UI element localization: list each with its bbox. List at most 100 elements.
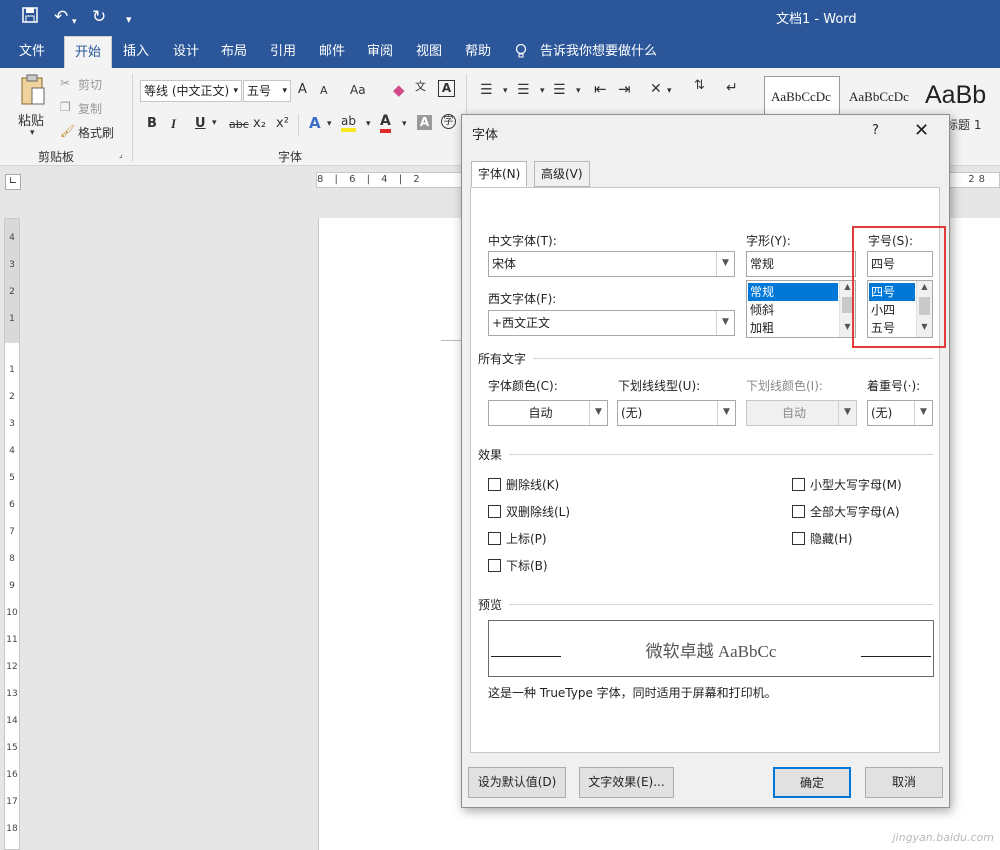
font-size-combo[interactable]: 五号 ▾ <box>243 80 291 102</box>
paste-button[interactable]: 粘贴 <box>18 110 44 129</box>
checkbox-box[interactable] <box>488 532 501 545</box>
tab-insert[interactable]: 插入 <box>114 36 158 68</box>
chevron-down-icon[interactable]: ▼ <box>589 401 607 425</box>
font-color-icon[interactable]: A <box>380 113 391 133</box>
underline-style-select[interactable]: (无) ▼ <box>617 400 736 426</box>
font-color-dropdown-icon[interactable]: ▾ <box>402 119 407 129</box>
tab-advanced[interactable]: 高级(V) <box>534 161 590 187</box>
font-style-input[interactable]: 常规 <box>746 251 856 277</box>
copy-icon[interactable]: ❐ <box>60 100 71 114</box>
tab-font[interactable]: 字体(N) <box>471 161 528 187</box>
tab-home[interactable]: 开始 <box>64 36 112 68</box>
character-shading-icon[interactable]: A <box>417 115 432 130</box>
vertical-ruler[interactable]: 4 3 2 1 1 2 3 4 5 6 7 8 9 10 11 12 13 14… <box>4 218 20 850</box>
clipboard-launcher-icon[interactable]: ⌟ <box>119 150 123 159</box>
undo-icon[interactable]: ↶ <box>54 7 68 27</box>
bold-button[interactable]: B <box>147 116 157 131</box>
subscript-button[interactable]: x₂ <box>253 116 266 131</box>
double-strikethrough-checkbox[interactable]: 双删除线(L) <box>488 503 570 520</box>
superscript-button[interactable]: x² <box>276 116 289 131</box>
checkbox-box[interactable] <box>488 478 501 491</box>
scissors-icon[interactable]: ✂ <box>60 76 70 90</box>
checkbox-box[interactable] <box>488 505 501 518</box>
shrink-font-icon[interactable]: A <box>320 84 328 97</box>
small-caps-checkbox[interactable]: 小型大写字母(M) <box>792 476 902 493</box>
change-case-button[interactable]: Aa <box>350 83 366 97</box>
bullets-dropdown-icon[interactable]: ▾ <box>503 86 508 96</box>
cut-button[interactable]: 剪切 <box>78 76 102 93</box>
close-icon[interactable]: ✕ <box>914 120 929 141</box>
checkbox-box[interactable] <box>488 559 501 572</box>
subscript-checkbox[interactable]: 下标(B) <box>488 557 548 574</box>
character-border-icon[interactable]: A <box>438 80 455 97</box>
cancel-button[interactable]: 取消 <box>865 767 943 798</box>
multilevel-list-icon[interactable]: ☰ <box>553 82 566 98</box>
tab-selector-icon[interactable]: ∟ <box>5 174 21 190</box>
phonetic-guide-icon[interactable]: 文 <box>415 78 426 94</box>
tab-layout[interactable]: 布局 <box>212 36 256 68</box>
hidden-checkbox[interactable]: 隐藏(H) <box>792 530 852 547</box>
bullets-icon[interactable]: ☰ <box>480 82 493 98</box>
strikethrough-checkbox[interactable]: 删除线(K) <box>488 476 559 493</box>
italic-button[interactable]: I <box>171 116 176 132</box>
chevron-down-icon[interactable]: ▼ <box>914 401 932 425</box>
superscript-checkbox[interactable]: 上标(P) <box>488 530 547 547</box>
undo-dropdown-icon[interactable]: ▾ <box>72 12 77 32</box>
text-effects-icon[interactable]: A <box>309 114 321 132</box>
underline-color-select[interactable]: 自动 ▼ <box>746 400 857 426</box>
set-default-button[interactable]: 设为默认值(D) <box>468 767 566 798</box>
save-icon[interactable] <box>22 7 38 28</box>
emphasis-select[interactable]: (无) ▼ <box>867 400 933 426</box>
sort-icon[interactable]: ⇅ <box>694 78 705 93</box>
multilevel-dropdown-icon[interactable]: ▾ <box>576 86 581 96</box>
western-font-select[interactable]: +西文正文 ▼ <box>488 310 735 336</box>
chevron-down-icon[interactable]: ▼ <box>717 401 735 425</box>
chevron-down-icon[interactable]: ▼ <box>716 252 734 276</box>
checkbox-box[interactable] <box>792 505 805 518</box>
enclose-characters-icon[interactable]: 字 <box>441 114 456 129</box>
tab-view[interactable]: 视图 <box>407 36 451 68</box>
lightbulb-icon[interactable] <box>512 36 530 68</box>
list-item[interactable]: 常规 <box>748 283 838 301</box>
tab-help[interactable]: 帮助 <box>456 36 500 68</box>
show-marks-icon[interactable]: ↵ <box>726 80 738 96</box>
copy-button[interactable]: 复制 <box>78 100 102 117</box>
decrease-indent-icon[interactable]: ⇤ <box>594 80 607 98</box>
tab-mailings[interactable]: 邮件 <box>310 36 354 68</box>
checkbox-box[interactable] <box>792 478 805 491</box>
highlight-icon[interactable]: ab <box>341 114 356 132</box>
repeat-icon[interactable]: ↻ <box>92 7 106 27</box>
chinese-font-select[interactable]: 宋体 ▼ <box>488 251 735 277</box>
chinese-layout-icon[interactable]: ✕ <box>650 81 662 97</box>
chinese-layout-dropdown-icon[interactable]: ▾ <box>667 86 672 96</box>
format-painter-icon[interactable]: 🖌 <box>60 124 75 138</box>
chevron-down-icon[interactable]: ▼ <box>838 401 856 425</box>
clipboard-icon[interactable] <box>20 74 46 109</box>
text-effects-button[interactable]: 文字效果(E)... <box>579 767 674 798</box>
text-effects-dropdown-icon[interactable]: ▾ <box>327 119 332 129</box>
highlight-dropdown-icon[interactable]: ▾ <box>366 119 371 129</box>
strikethrough-button[interactable]: abc <box>229 118 249 131</box>
paste-dropdown-icon[interactable]: ▾ <box>30 128 35 138</box>
font-style-list[interactable]: 常规 倾斜 加粗 ▲ ▼ <box>746 280 856 338</box>
list-item[interactable]: 加粗 <box>748 319 838 337</box>
tell-me-search[interactable]: 告诉我你想要做什么 <box>540 36 658 68</box>
ok-button[interactable]: 确定 <box>773 767 851 798</box>
format-painter-button[interactable]: 格式刷 <box>78 124 114 141</box>
tab-file[interactable]: 文件 <box>8 36 56 68</box>
help-button[interactable]: ? <box>872 123 879 138</box>
font-name-combo[interactable]: 等线 (中文正文) ▾ <box>140 80 242 102</box>
chevron-down-icon[interactable]: ▼ <box>716 311 734 335</box>
clear-formatting-icon[interactable]: ◆ <box>393 81 405 99</box>
customize-qat-icon[interactable]: ▾ <box>126 10 132 30</box>
numbering-icon[interactable]: ☰ <box>517 82 530 98</box>
list-item[interactable]: 倾斜 <box>748 301 838 319</box>
grow-font-icon[interactable]: A <box>298 82 307 97</box>
tab-references[interactable]: 引用 <box>261 36 305 68</box>
increase-indent-icon[interactable]: ⇥ <box>618 80 631 98</box>
checkbox-box[interactable] <box>792 532 805 545</box>
underline-button[interactable]: U <box>195 116 206 131</box>
numbering-dropdown-icon[interactable]: ▾ <box>540 86 545 96</box>
font-color-select[interactable]: 自动 ▼ <box>488 400 608 426</box>
tab-review[interactable]: 审阅 <box>358 36 402 68</box>
